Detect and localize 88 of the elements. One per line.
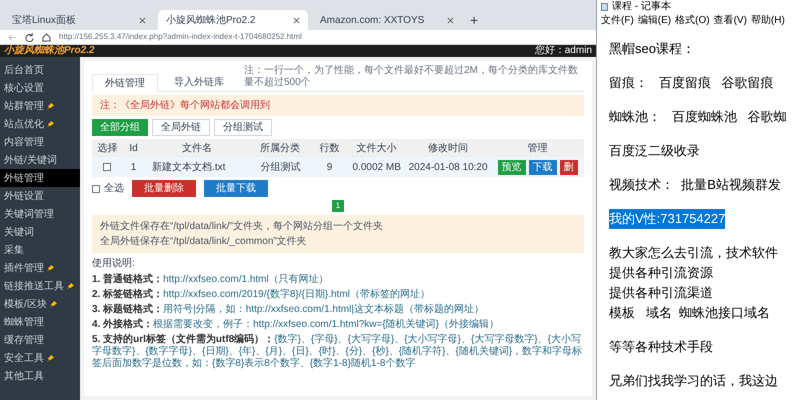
column-header: 所属分类 bbox=[259, 142, 302, 156]
text-line: 留痕： 百度留痕 谷歌留痕 bbox=[609, 74, 774, 92]
text-line: 提供各种引流资源 bbox=[609, 264, 713, 282]
reload-icon[interactable] bbox=[25, 32, 34, 42]
url-field[interactable]: http://156.255.3.47/index.php?admin-index-index-t-1704680252.html bbox=[59, 31, 302, 43]
column-header: 管理 bbox=[526, 142, 549, 156]
sidebar-item[interactable]: 模板/区块 bbox=[0, 295, 80, 313]
info-text: 全局外链保存在“/tpl/data/link/_common”文件夹 bbox=[100, 234, 308, 249]
text-line: 视频技术： 批量B站视频群发 bbox=[609, 176, 781, 194]
browser-tab[interactable]: 小旋风蜘蛛池Pro2.2 bbox=[158, 10, 308, 30]
help-text: 4. 外接格式：根据需要改变，例子：http://xxfseo.com/1.html?kw={随机关键词}（外接编辑） bbox=[92, 319, 500, 331]
text-line: 百度泛二级收录 bbox=[609, 142, 700, 160]
menu-item[interactable]: 查看(V) bbox=[714, 16, 747, 26]
row-action-button[interactable]: 下载 bbox=[528, 160, 557, 174]
tab-note: 注：一行一个，为了性能，每个文件最好不要超过2M，每个分类的库文件数量不超过500个 bbox=[244, 65, 579, 90]
column-header: 文件名 bbox=[181, 142, 214, 156]
sidebar-item[interactable]: 站群管理 bbox=[0, 97, 80, 115]
sidebar-item[interactable]: 插件管理 bbox=[0, 259, 80, 277]
sidebar-item[interactable]: 外链设置 bbox=[0, 187, 80, 205]
table-cell-text: 0.0002 MB bbox=[352, 160, 402, 174]
sidebar-item[interactable]: 缓存管理 bbox=[0, 331, 80, 349]
pin-icon bbox=[67, 282, 74, 290]
content-tab[interactable]: 导入外链库 bbox=[162, 73, 236, 91]
browser-tab[interactable]: Amazon.com: XXTOYS bbox=[312, 10, 462, 30]
batch-button[interactable]: 批量删除 bbox=[132, 180, 196, 197]
column-header: Id bbox=[128, 142, 139, 156]
row-action-button[interactable]: 删 bbox=[560, 160, 578, 174]
user-greeting: 您好：admin bbox=[534, 46, 592, 56]
home-icon[interactable] bbox=[42, 32, 51, 42]
sidebar-item[interactable]: 链接推送工具 bbox=[0, 277, 80, 295]
column-header: 行数 bbox=[318, 142, 340, 156]
text-line: 教大家怎么去引流，技术软件 bbox=[609, 244, 778, 262]
text-line: 黑帽seo课程： bbox=[609, 40, 695, 58]
column-header: 文件大小 bbox=[356, 142, 398, 156]
pin-icon bbox=[47, 264, 54, 272]
table-cell-text: 1 bbox=[130, 160, 138, 174]
close-icon[interactable] bbox=[447, 16, 454, 24]
sidebar-item[interactable]: 站点优化 bbox=[0, 115, 80, 133]
menu-item[interactable]: 文件(F) bbox=[601, 16, 634, 26]
sidebar-item[interactable]: 关键词管理 bbox=[0, 205, 80, 223]
text-line: 模板 域名 蜘蛛池接口域名 bbox=[609, 304, 770, 322]
sidebar-item[interactable]: 蜘蛛管理 bbox=[0, 313, 80, 331]
help-text: 1. 普通链格式：http://xxfseo.com/1.html（只有网址） bbox=[92, 274, 330, 286]
sidebar-item[interactable]: 后台首页 bbox=[0, 61, 80, 79]
help-title: 使用说明: bbox=[92, 257, 136, 271]
help-text: 3. 标题链格式：用符号|分隔，如：http://xxfseo.com/1.html|这文本标题（带标题的网址） bbox=[92, 304, 485, 316]
column-header: 修改时间 bbox=[426, 142, 469, 156]
group-filter-button[interactable]: 分组测试 bbox=[214, 119, 272, 136]
window-title: 课程 - 记事本 bbox=[612, 2, 671, 12]
pin-icon bbox=[47, 102, 54, 110]
info-text: 外链文件保存在“/tpl/data/link/”文件夹，每个网站分组一个文件夹 bbox=[100, 220, 384, 234]
row-checkbox[interactable] bbox=[103, 163, 112, 171]
sidebar-item[interactable]: 安全工具 bbox=[0, 349, 80, 367]
menu-item[interactable]: 编辑(E) bbox=[638, 16, 672, 26]
pin-icon bbox=[47, 120, 54, 128]
text-line: 兄弟们找我学习的话，我这边 bbox=[609, 372, 778, 390]
help-text: 2. 标签链格式：http://xxfseo.com/2019/{数字8}/{日期}.html（带标签的网址） bbox=[92, 289, 431, 301]
batch-button[interactable]: 批量下载 bbox=[204, 180, 268, 197]
close-icon[interactable] bbox=[139, 16, 146, 24]
select-all-checkbox[interactable]: 全选 bbox=[92, 181, 124, 196]
sidebar-item[interactable]: 采集 bbox=[0, 241, 80, 259]
menu-item[interactable]: 格式(O) bbox=[675, 16, 710, 26]
text-line: 提供各种引流渠道 bbox=[609, 284, 713, 302]
sidebar-item[interactable]: 内容管理 bbox=[0, 133, 80, 151]
sidebar-item[interactable]: 外链/关键词 bbox=[0, 151, 80, 169]
browser-tab[interactable]: 宝塔Linux面板 bbox=[4, 10, 154, 30]
text-line: 等等各种技术手段 bbox=[609, 338, 713, 356]
help-text: 5. 支持的url标签（文件需为utf8编码）：{数字}、{字母}、{大写字母}、{大小写字母}、{大写字母数字}、{大小写字母数字}、{数字字母}、{日期}、{年}、{月}、{日}、{时}、{分}、{秒}、{随机字符}、{随机关键词}，数字和字母标签后面加数字是位数，如：{数字8}表示8个数字、{数字1-8}随机1-8个数字 bbox=[92, 334, 584, 370]
notepad-icon bbox=[601, 3, 608, 11]
group-filter-button[interactable]: 全局外链 bbox=[152, 119, 210, 136]
text-line: 蜘蛛池： 百度蜘蛛池 谷歌蜘 bbox=[609, 108, 787, 126]
close-icon[interactable] bbox=[293, 16, 300, 24]
column-header: 选择 bbox=[96, 142, 118, 156]
sidebar-item[interactable]: 外链管理 bbox=[0, 169, 80, 187]
content-tab[interactable]: 外链管理 bbox=[92, 74, 158, 92]
table-cell-text: 9 bbox=[326, 160, 334, 174]
table-cell-text: 2024-01-08 10:20 bbox=[408, 160, 489, 174]
table-cell-text: 新建文本文档.txt bbox=[151, 160, 226, 174]
table-cell-text: 分组测试 bbox=[259, 160, 302, 174]
sidebar-item[interactable]: 其他工具 bbox=[0, 367, 80, 385]
menu-item[interactable]: 帮助(H) bbox=[750, 16, 785, 26]
pin-icon bbox=[50, 300, 57, 308]
sidebar-item[interactable]: 关键词 bbox=[0, 223, 80, 241]
new-tab-button[interactable]: + bbox=[466, 10, 482, 30]
pin-icon bbox=[47, 354, 54, 362]
app-title: 小旋风蜘蛛池Pro2.2 bbox=[4, 46, 95, 56]
alert-message: 注：《全局外链》每个网站都会调用到 bbox=[92, 95, 584, 116]
sidebar-item[interactable]: 核心设置 bbox=[0, 79, 80, 97]
